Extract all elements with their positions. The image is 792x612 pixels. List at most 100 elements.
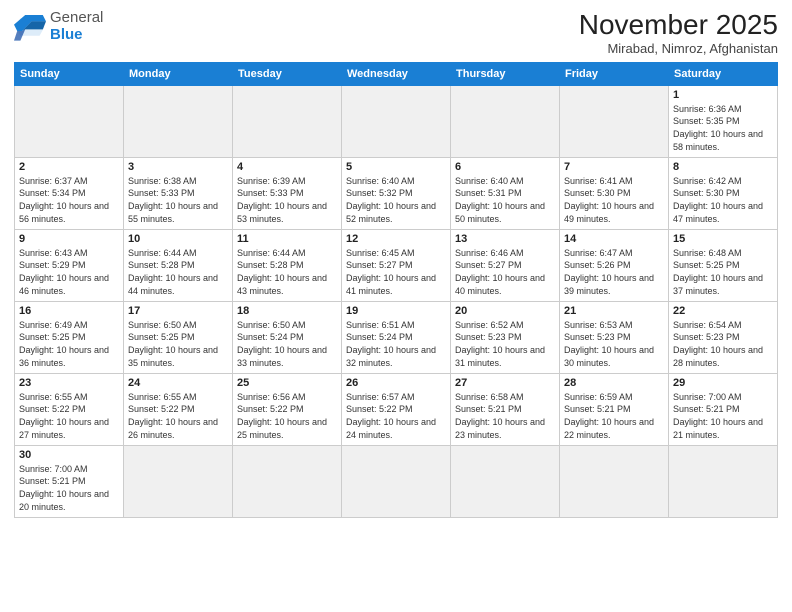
col-header-friday: Friday: [560, 62, 669, 85]
day-cell: 17 Sunrise: 6:50 AM Sunset: 5:25 PM Dayli…: [124, 301, 233, 373]
col-header-wednesday: Wednesday: [342, 62, 451, 85]
day-number: 30: [19, 449, 119, 461]
day-number: 5: [346, 161, 446, 173]
day-number: 7: [564, 161, 664, 173]
logo: General Blue: [14, 10, 103, 43]
day-cell: 2Sunrise: 6:37 AM Sunset: 5:34 PM Daylig…: [15, 157, 124, 229]
day-info: Sunrise: 6:55 AM Sunset: 5:22 PM Dayligh…: [128, 391, 228, 441]
day-cell: 13 Sunrise: 6:46 AM Sunset: 5:27 PM Dayli…: [451, 229, 560, 301]
day-cell: 23Sunrise: 6:55 AM Sunset: 5:22 PM Dayli…: [15, 373, 124, 445]
day-cell: 30 Sunrise: 7:00 AM Sunset: 5:21 PM Dayli…: [15, 445, 124, 517]
day-cell: 28Sunrise: 6:59 AM Sunset: 5:21 PM Dayli…: [560, 373, 669, 445]
day-cell: 8 Sunrise: 6:42 AM Sunset: 5:30 PM Daylig…: [669, 157, 778, 229]
day-cell: [560, 85, 669, 157]
day-info: Sunrise: 6:58 AM Sunset: 5:21 PM Dayligh…: [455, 391, 555, 441]
day-cell: 26 Sunrise: 6:57 AM Sunset: 5:22 PM Dayli…: [342, 373, 451, 445]
day-cell: 4Sunrise: 6:39 AM Sunset: 5:33 PM Daylig…: [233, 157, 342, 229]
day-cell: 19Sunrise: 6:51 AM Sunset: 5:24 PM Dayli…: [342, 301, 451, 373]
day-cell: [233, 85, 342, 157]
day-cell: [342, 445, 451, 517]
day-info: Sunrise: 7:00 AM Sunset: 5:21 PM Dayligh…: [19, 463, 119, 513]
day-info: Sunrise: 6:48 AM Sunset: 5:25 PM Dayligh…: [673, 247, 773, 297]
day-number: 2: [19, 161, 119, 173]
day-number: 1: [673, 89, 773, 101]
day-cell: [124, 445, 233, 517]
day-cell: 1Sunrise: 6:36 AM Sunset: 5:35 PM Daylig…: [669, 85, 778, 157]
day-info: Sunrise: 6:43 AM Sunset: 5:29 PM Dayligh…: [19, 247, 119, 297]
month-title: November 2025: [579, 10, 778, 41]
day-cell: 18 Sunrise: 6:50 AM Sunset: 5:24 PM Dayli…: [233, 301, 342, 373]
logo-blue: Blue: [50, 26, 83, 43]
day-cell: 15Sunrise: 6:48 AM Sunset: 5:25 PM Dayli…: [669, 229, 778, 301]
logo-icon: [14, 13, 46, 41]
col-header-monday: Monday: [124, 62, 233, 85]
day-cell: [560, 445, 669, 517]
day-info: Sunrise: 6:50 AM Sunset: 5:24 PM Dayligh…: [237, 319, 337, 369]
day-number: 29: [673, 377, 773, 389]
day-number: 12: [346, 233, 446, 245]
day-cell: 7 Sunrise: 6:41 AM Sunset: 5:30 PM Daylig…: [560, 157, 669, 229]
col-header-sunday: Sunday: [15, 62, 124, 85]
day-cell: 24 Sunrise: 6:55 AM Sunset: 5:22 PM Dayli…: [124, 373, 233, 445]
day-info: Sunrise: 6:42 AM Sunset: 5:30 PM Dayligh…: [673, 175, 773, 225]
col-header-tuesday: Tuesday: [233, 62, 342, 85]
logo-text: General Blue: [50, 10, 103, 43]
day-cell: 27 Sunrise: 6:58 AM Sunset: 5:21 PM Dayli…: [451, 373, 560, 445]
day-number: 21: [564, 305, 664, 317]
day-number: 16: [19, 305, 119, 317]
day-info: Sunrise: 6:44 AM Sunset: 5:28 PM Dayligh…: [237, 247, 337, 297]
logo-general: General: [50, 9, 103, 26]
day-number: 11: [237, 233, 337, 245]
day-info: Sunrise: 6:56 AM Sunset: 5:22 PM Dayligh…: [237, 391, 337, 441]
day-number: 18: [237, 305, 337, 317]
day-info: Sunrise: 6:47 AM Sunset: 5:26 PM Dayligh…: [564, 247, 664, 297]
day-info: Sunrise: 6:38 AM Sunset: 5:33 PM Dayligh…: [128, 175, 228, 225]
day-number: 24: [128, 377, 228, 389]
day-cell: 21Sunrise: 6:53 AM Sunset: 5:23 PM Dayli…: [560, 301, 669, 373]
day-cell: 22Sunrise: 6:54 AM Sunset: 5:23 PM Dayli…: [669, 301, 778, 373]
day-cell: 25 Sunrise: 6:56 AM Sunset: 5:22 PM Dayli…: [233, 373, 342, 445]
day-cell: [124, 85, 233, 157]
day-number: 3: [128, 161, 228, 173]
day-cell: 12 Sunrise: 6:45 AM Sunset: 5:27 PM Dayli…: [342, 229, 451, 301]
day-number: 26: [346, 377, 446, 389]
week-row-0: 1Sunrise: 6:36 AM Sunset: 5:35 PM Daylig…: [15, 85, 778, 157]
day-number: 8: [673, 161, 773, 173]
header-row: SundayMondayTuesdayWednesdayThursdayFrid…: [15, 62, 778, 85]
week-row-5: 30 Sunrise: 7:00 AM Sunset: 5:21 PM Dayli…: [15, 445, 778, 517]
day-info: Sunrise: 6:52 AM Sunset: 5:23 PM Dayligh…: [455, 319, 555, 369]
day-cell: 20Sunrise: 6:52 AM Sunset: 5:23 PM Dayli…: [451, 301, 560, 373]
day-info: Sunrise: 6:45 AM Sunset: 5:27 PM Dayligh…: [346, 247, 446, 297]
week-row-4: 23Sunrise: 6:55 AM Sunset: 5:22 PM Dayli…: [15, 373, 778, 445]
day-info: Sunrise: 6:46 AM Sunset: 5:27 PM Dayligh…: [455, 247, 555, 297]
day-info: Sunrise: 6:41 AM Sunset: 5:30 PM Dayligh…: [564, 175, 664, 225]
day-number: 6: [455, 161, 555, 173]
day-number: 27: [455, 377, 555, 389]
day-info: Sunrise: 6:50 AM Sunset: 5:25 PM Dayligh…: [128, 319, 228, 369]
day-number: 25: [237, 377, 337, 389]
day-info: Sunrise: 6:57 AM Sunset: 5:22 PM Dayligh…: [346, 391, 446, 441]
day-number: 4: [237, 161, 337, 173]
day-number: 19: [346, 305, 446, 317]
day-cell: [451, 445, 560, 517]
location: Mirabad, Nimroz, Afghanistan: [579, 41, 778, 56]
day-info: Sunrise: 6:49 AM Sunset: 5:25 PM Dayligh…: [19, 319, 119, 369]
header: General Blue November 2025 Mirabad, Nimr…: [14, 10, 778, 56]
day-cell: [669, 445, 778, 517]
title-block: November 2025 Mirabad, Nimroz, Afghanist…: [579, 10, 778, 56]
day-cell: 9Sunrise: 6:43 AM Sunset: 5:29 PM Daylig…: [15, 229, 124, 301]
col-header-thursday: Thursday: [451, 62, 560, 85]
week-row-2: 9Sunrise: 6:43 AM Sunset: 5:29 PM Daylig…: [15, 229, 778, 301]
day-cell: 6Sunrise: 6:40 AM Sunset: 5:31 PM Daylig…: [451, 157, 560, 229]
day-cell: 16 Sunrise: 6:49 AM Sunset: 5:25 PM Dayli…: [15, 301, 124, 373]
day-cell: 29Sunrise: 7:00 AM Sunset: 5:21 PM Dayli…: [669, 373, 778, 445]
day-cell: 3 Sunrise: 6:38 AM Sunset: 5:33 PM Daylig…: [124, 157, 233, 229]
page: General Blue November 2025 Mirabad, Nimr…: [0, 0, 792, 612]
day-cell: 5Sunrise: 6:40 AM Sunset: 5:32 PM Daylig…: [342, 157, 451, 229]
day-number: 13: [455, 233, 555, 245]
day-cell: [451, 85, 560, 157]
day-info: Sunrise: 6:54 AM Sunset: 5:23 PM Dayligh…: [673, 319, 773, 369]
day-cell: [15, 85, 124, 157]
day-cell: [342, 85, 451, 157]
day-number: 17: [128, 305, 228, 317]
